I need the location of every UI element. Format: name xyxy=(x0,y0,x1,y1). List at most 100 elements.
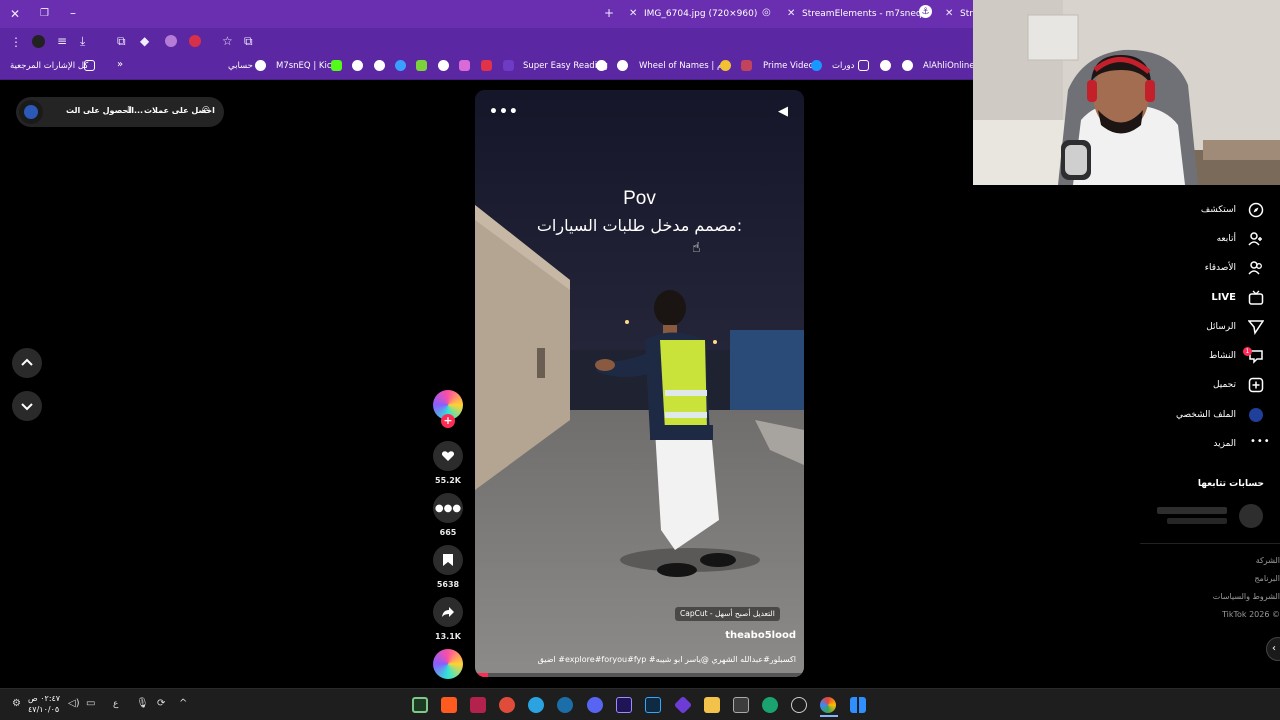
profile-avatar-icon[interactable] xyxy=(32,35,45,48)
nav-item-upload[interactable]: تحميل xyxy=(1213,380,1236,390)
chevron-double-icon[interactable]: » xyxy=(117,59,123,71)
hand-cursor-icon: ☝ xyxy=(692,240,701,256)
tab-image[interactable]: IMG_6704.jpg (720×960) xyxy=(644,5,757,23)
video-progress-bar[interactable] xyxy=(475,673,804,677)
microphone-icon[interactable]: 🎙 xyxy=(136,698,149,709)
steam-icon[interactable] xyxy=(557,697,573,713)
store-icon[interactable] xyxy=(733,697,749,713)
extension-red-icon[interactable] xyxy=(189,35,201,47)
capcut-badge[interactable]: CapCut - التعديل أصبح أسهل xyxy=(675,607,780,621)
app-circle-icon[interactable] xyxy=(791,697,807,713)
phone-icon: ▯ xyxy=(127,105,132,115)
collapse-sidebar-button[interactable]: ‹ xyxy=(1266,637,1280,661)
bookmark-account[interactable]: حسابي xyxy=(228,60,253,72)
more-options-icon[interactable]: ••• xyxy=(489,104,519,120)
speaker-icon[interactable]: ◁) xyxy=(68,698,80,709)
folder-icon xyxy=(858,60,869,71)
bookmark-courses[interactable]: دورات xyxy=(832,60,854,72)
bookmark-wheel-of-names[interactable]: Wheel of Names | م... xyxy=(639,60,730,72)
previous-video-button[interactable] xyxy=(12,348,42,378)
footer-terms[interactable]: الشروط والسياسات xyxy=(1213,592,1280,601)
sync-icon[interactable]: ⟳ xyxy=(157,698,165,709)
video-player[interactable]: ••• ◀ Pov مصمم مدخل طلبات السيارات: ☝ Ca… xyxy=(475,90,804,677)
nav-item-activity[interactable]: النشاط xyxy=(1209,351,1236,361)
menu-icon[interactable]: ⋮ xyxy=(10,35,22,49)
new-tab-icon[interactable]: + xyxy=(604,6,614,20)
nav-item-explore[interactable]: استكشف xyxy=(1201,205,1236,215)
reading-list-icon[interactable]: ≡ xyxy=(57,34,67,48)
network-icon[interactable]: ▭ xyxy=(86,698,95,709)
premiere-icon[interactable] xyxy=(616,697,632,713)
language-indicator[interactable]: ع xyxy=(113,699,118,709)
bookmark-green-icon xyxy=(416,60,427,71)
minimize-window-icon[interactable]: – xyxy=(70,6,76,20)
nav-item-more[interactable]: المزيد xyxy=(1213,439,1236,449)
notifications-icon[interactable]: ⚙ xyxy=(12,698,21,709)
nav-item-profile[interactable]: الملف الشخصي xyxy=(1176,410,1236,420)
user-plus-icon xyxy=(1248,232,1262,246)
tab-close-icon[interactable]: ✕ xyxy=(945,7,953,21)
comment-button[interactable]: ●●● xyxy=(433,493,463,523)
close-window-icon[interactable]: ✕ xyxy=(10,7,20,21)
edge-icon[interactable] xyxy=(762,697,778,713)
coin-icon: ◎ xyxy=(202,105,210,115)
telegram-icon[interactable] xyxy=(528,697,544,713)
download-icon[interactable]: ⤓ xyxy=(80,34,85,48)
restore-window-icon[interactable]: ❐ xyxy=(40,7,49,21)
share-button[interactable] xyxy=(433,597,463,627)
video-progress-fill xyxy=(475,673,489,677)
excel-icon[interactable] xyxy=(412,697,428,713)
wheel-icon xyxy=(720,60,731,71)
activity-badge: 1 xyxy=(1243,347,1252,356)
site-info-icon[interactable]: ⧉ xyxy=(244,34,253,48)
globe-icon xyxy=(902,60,913,71)
brave-browser-icon[interactable] xyxy=(441,697,457,713)
webcam-overlay xyxy=(973,0,1280,185)
upload-plus-icon xyxy=(1248,377,1264,393)
music-disc-avatar[interactable] xyxy=(433,649,463,679)
tray-chevron-up-icon[interactable]: ^ xyxy=(179,698,187,709)
chrome-icon[interactable] xyxy=(820,697,836,713)
acrobat-icon[interactable] xyxy=(470,697,486,713)
bookmark-prime-video[interactable]: Prime Video xyxy=(763,60,814,72)
extension-circle-icon[interactable] xyxy=(165,35,177,47)
windows-start-icon[interactable] xyxy=(850,697,866,713)
nav-item-following[interactable]: أتابعه xyxy=(1217,234,1236,244)
nav-item-live[interactable]: LIVE xyxy=(1211,292,1236,303)
tab-streamelements[interactable]: StreamElements - m7sneq xyxy=(802,5,922,23)
footer-company[interactable]: الشركة xyxy=(1256,556,1280,565)
extensions-icon[interactable]: ⧉ xyxy=(117,34,126,48)
bookmark-kick[interactable]: M7snEQ | Kick xyxy=(276,60,336,72)
globe-icon xyxy=(596,60,607,71)
profile-avatar[interactable] xyxy=(19,100,43,124)
nav-item-friends[interactable]: الأصدقاء xyxy=(1205,263,1236,273)
bookmark-icon xyxy=(443,554,453,566)
save-button[interactable] xyxy=(433,545,463,575)
tab-close-icon[interactable]: ✕ xyxy=(629,7,637,21)
nav-item-messages[interactable]: الرسائل xyxy=(1206,322,1236,332)
taskbar-date[interactable]: ٤٧/١٠/٠٥ xyxy=(28,705,59,714)
volume-icon[interactable]: ◀ xyxy=(778,104,788,119)
bookmark-mail-icon xyxy=(741,60,752,71)
tab-stre[interactable]: Stre xyxy=(960,5,973,23)
live-tv-icon xyxy=(1248,290,1264,305)
tab-close-icon[interactable]: ✕ xyxy=(787,7,795,21)
extension-diamond-icon[interactable]: ◆ xyxy=(140,34,149,48)
next-video-button[interactable] xyxy=(12,391,42,421)
bookmark-blue-icon xyxy=(395,60,406,71)
footer-program[interactable]: البرنامج xyxy=(1254,574,1280,583)
file-explorer-icon[interactable] xyxy=(704,697,720,713)
bookmark-alahli[interactable]: AlAhliOnline xyxy=(923,60,975,72)
divider xyxy=(1140,543,1280,544)
taskbar-time[interactable]: ٠٢:٤٧ ص xyxy=(28,694,60,703)
photoshop-icon[interactable] xyxy=(645,697,661,713)
discord-icon[interactable] xyxy=(587,697,603,713)
like-button[interactable] xyxy=(433,441,463,471)
app-red-icon[interactable] xyxy=(499,697,515,713)
bookmark-all[interactable]: كل الإشارات المرجعية xyxy=(10,60,88,72)
bookmark-star-icon[interactable]: ☆ xyxy=(222,34,233,48)
video-author[interactable]: theabo5lood xyxy=(725,630,796,641)
follow-plus-icon[interactable]: + xyxy=(441,414,455,428)
friends-icon xyxy=(1248,261,1262,275)
like-count: 55.2K xyxy=(435,476,461,485)
